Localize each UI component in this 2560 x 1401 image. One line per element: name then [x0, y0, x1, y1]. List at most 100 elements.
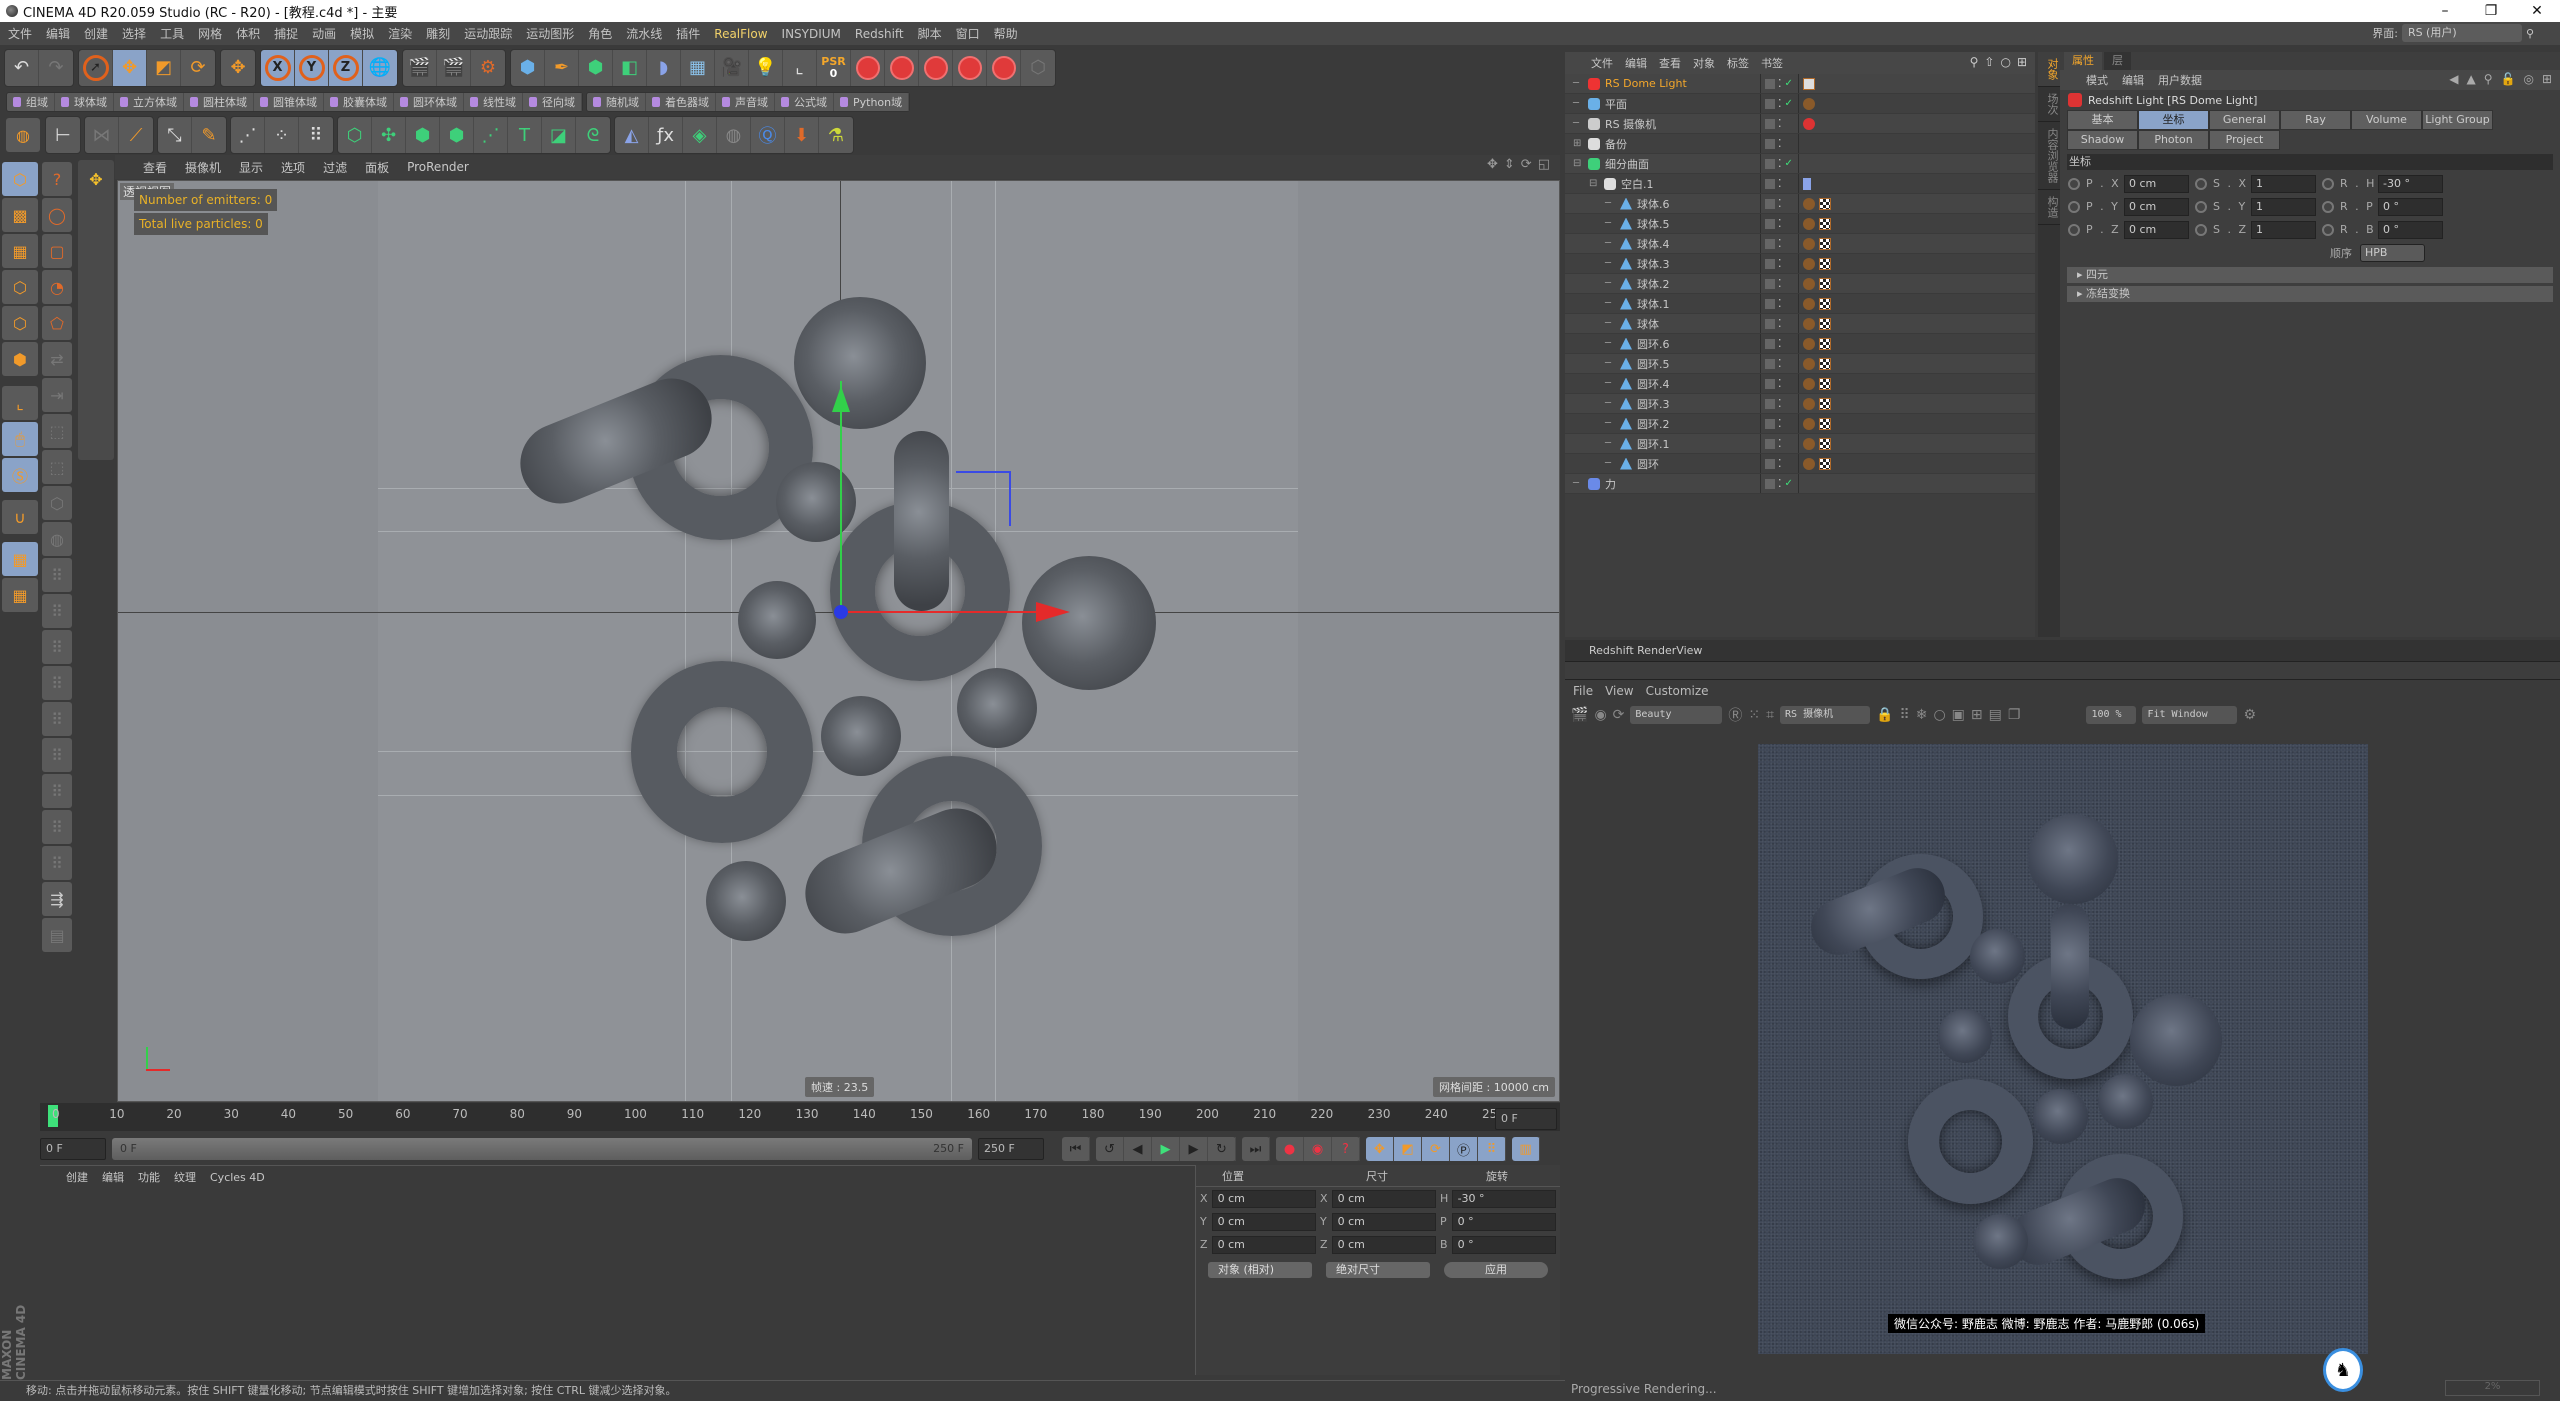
next-frame-icon[interactable]: ▶ — [1180, 1137, 1208, 1161]
rotation-animate-radio[interactable] — [2322, 177, 2334, 190]
phong-tag-icon[interactable] — [1803, 217, 1815, 230]
rs-disabled-icon[interactable]: ⬡ — [1021, 50, 1055, 86]
move-tool-icon[interactable]: ✥ — [113, 49, 147, 86]
tracer-icon[interactable]: ⋰ — [474, 117, 508, 153]
viewport-menu-item[interactable]: ProRender — [407, 160, 469, 174]
motext-icon[interactable]: T — [508, 117, 542, 153]
rs-light-icon[interactable] — [885, 49, 919, 86]
workplane-align-icon[interactable]: ▦ — [2, 578, 38, 612]
scale-animate-radio[interactable] — [2195, 177, 2207, 190]
rect-select-icon[interactable]: ▢ — [42, 234, 72, 268]
menu-item[interactable]: 文件 — [8, 25, 32, 42]
timeline-ruler[interactable]: 0 10 20 30 40 50 60 70 80 90 100 110 120 130 140 150 160… — [40, 1103, 1560, 1131]
object-row[interactable]: ─ 球体 ⁚ — [1565, 314, 2035, 334]
pen-icon[interactable]: ✒ — [545, 49, 579, 86]
light-icon[interactable]: 💡 — [749, 49, 783, 86]
dots-grid-icon-8[interactable]: ⠿ — [42, 810, 72, 844]
redo-icon[interactable]: ↷ — [39, 50, 73, 86]
position-value-field[interactable]: 0 cm — [2124, 197, 2189, 216]
fx-icon[interactable]: ƒx — [649, 117, 683, 153]
select-tool-icon[interactable]: ➚ — [79, 49, 113, 86]
object-row[interactable]: ─ 球体.1 ⁚ — [1565, 294, 2035, 314]
renderview-menu-item[interactable]: View — [1605, 684, 1633, 698]
material-menu-item[interactable]: Cycles 4D — [210, 1171, 265, 1184]
phong-tag-icon[interactable] — [1803, 337, 1815, 350]
restore-button[interactable]: ❐ — [2468, 0, 2514, 22]
lock-camera-icon[interactable]: 🔒 — [1876, 707, 1893, 723]
dots-grid-icon-9[interactable]: ⠿ — [42, 846, 72, 880]
visibility-dots-icon[interactable]: ⁚ — [1778, 97, 1782, 110]
visibility-dots-icon[interactable]: ⁚ — [1778, 177, 1782, 190]
edges-mode-icon[interactable]: ⬡ — [2, 306, 38, 340]
field-button[interactable]: 声音域 — [716, 93, 775, 111]
lasso-select-icon[interactable]: ◔ — [42, 270, 72, 304]
viewport-menu-item[interactable]: 显示 — [239, 159, 263, 176]
side-tab[interactable]: 内容浏览器 — [2038, 122, 2060, 190]
help-select-icon[interactable]: ? — [42, 162, 72, 196]
material-tag-icon[interactable] — [1819, 397, 1831, 410]
current-frame-field[interactable]: 0 F — [1495, 1108, 1557, 1130]
z-axis-handle[interactable] — [834, 605, 848, 619]
layer-icon[interactable] — [1765, 118, 1775, 129]
perspective-viewport[interactable]: 透视视图 Number of emitters: 0 Total live pa… — [117, 180, 1560, 1102]
point-line-icon[interactable]: ⋰ — [231, 117, 265, 153]
cloner-icon[interactable]: ⬡ — [338, 117, 372, 153]
tree-expander-icon[interactable]: ⊟ — [1589, 178, 1601, 189]
prev-frame-icon[interactable]: ◀ — [1124, 1137, 1152, 1161]
phong-tag-icon[interactable] — [1803, 297, 1815, 310]
order-dropdown[interactable]: HPB — [2360, 243, 2425, 262]
menu-item[interactable]: 雕刻 — [426, 25, 450, 42]
psr-icon[interactable]: PSR 0 — [817, 49, 851, 86]
key-rotation-icon[interactable]: ⟳ — [1422, 1137, 1450, 1161]
convert-selection-icon[interactable]: ⇄ — [42, 342, 72, 376]
phong-tag-icon[interactable] — [1803, 457, 1815, 470]
menu-item[interactable]: Redshift — [855, 27, 904, 41]
minimize-button[interactable]: – — [2422, 0, 2468, 22]
layer-icon[interactable] — [1765, 438, 1775, 449]
viewport-menu-item[interactable]: 面板 — [365, 159, 389, 176]
phong-tag-icon[interactable] — [1803, 197, 1815, 210]
snap-icon[interactable]: ∪ — [2, 500, 38, 534]
object-row[interactable]: ─ 圆环 ⁚ — [1565, 454, 2035, 474]
mospline-icon[interactable]: ◪ — [542, 117, 576, 153]
object-row[interactable]: ─ 球体.3 ⁚ — [1565, 254, 2035, 274]
key-position-icon[interactable]: ✥ — [1366, 1137, 1394, 1161]
phong-tag-icon[interactable] — [1803, 417, 1815, 430]
material-tag-icon[interactable] — [1819, 297, 1831, 310]
layer-icon[interactable] — [1765, 458, 1775, 469]
scale-value-field[interactable]: 1 — [2251, 197, 2316, 216]
object-row[interactable]: ─ 圆环.2 ⁚ — [1565, 414, 2035, 434]
interface-layout-select[interactable]: RS (用户) — [2401, 24, 2522, 42]
material-menu-item[interactable]: 编辑 — [102, 1169, 124, 1185]
object-row[interactable]: ─ RS 摄像机 ⁚ — [1565, 114, 2035, 134]
fill-selection-icon[interactable]: ⇥ — [42, 378, 72, 412]
live-select-icon[interactable]: ◯ — [42, 198, 72, 232]
object-row[interactable]: ⊟ 空白.1 ⁚ — [1565, 174, 2035, 194]
add-snapshot-icon[interactable]: ⊞ — [1971, 707, 1983, 723]
menu-item[interactable]: INSYDIUM — [782, 27, 841, 41]
position-field[interactable]: 0 cm — [1211, 1189, 1316, 1208]
wire-sphere-icon[interactable]: ◍ — [717, 117, 751, 153]
render-settings-icon[interactable]: ⚙ — [471, 50, 505, 86]
world-coord-icon[interactable]: 🌐 — [363, 50, 397, 86]
pan-icon[interactable]: ✥ — [1487, 157, 1498, 172]
workplane-mode-icon[interactable]: ▦ — [2, 234, 38, 268]
material-tag-icon[interactable] — [1819, 377, 1831, 390]
aov-dropdown[interactable]: Beauty — [1630, 706, 1723, 724]
undo-icon[interactable]: ↶ — [5, 49, 39, 86]
tree-expander-icon[interactable]: ⊞ — [1573, 138, 1585, 149]
material-tag-icon[interactable] — [1819, 317, 1831, 330]
object-row[interactable]: ─ 球体.6 ⁚ — [1565, 194, 2035, 214]
visibility-dots-icon[interactable]: ⁚ — [1778, 157, 1782, 170]
sphere-disabled-icon[interactable]: ◍ — [42, 522, 72, 556]
script-plugin-icon[interactable]: ⚗ — [819, 117, 853, 153]
lock-icon[interactable]: 🔓 — [2501, 72, 2516, 86]
rs-object-icon[interactable] — [851, 49, 885, 86]
crop-icon[interactable]: ⌗ — [1766, 707, 1774, 723]
layer-icon[interactable] — [1765, 98, 1775, 109]
layer-icon[interactable] — [1765, 238, 1775, 249]
object-row[interactable]: ─ 平面 ⁚ ✓ — [1565, 94, 2035, 114]
apply-button[interactable]: 应用 — [1444, 1261, 1548, 1278]
sphere-object[interactable] — [776, 462, 856, 542]
move-world-icon[interactable]: ✥ — [221, 50, 255, 86]
